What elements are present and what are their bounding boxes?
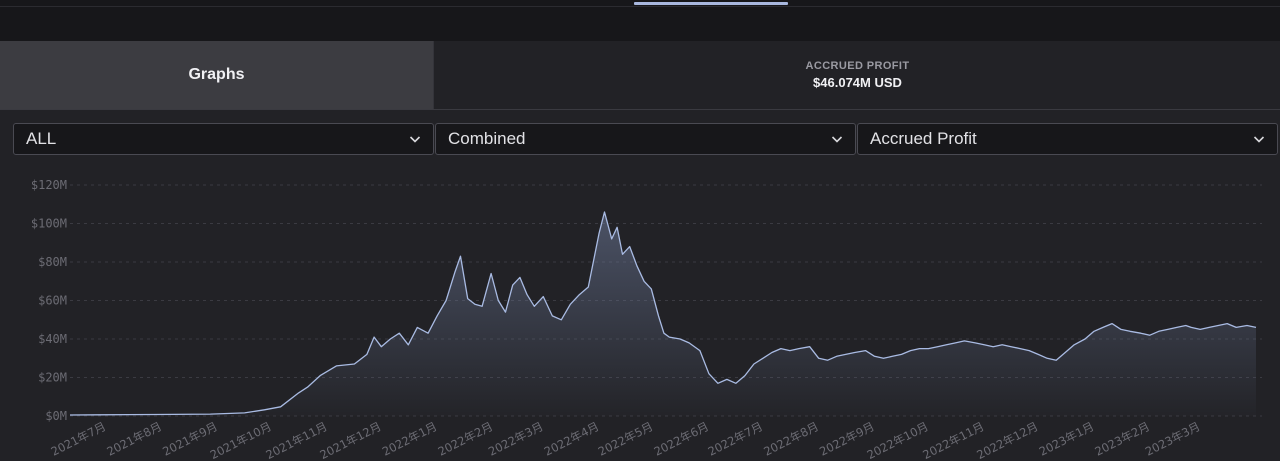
- top-divider: [0, 6, 1280, 7]
- x-tick-label: 2022年10月: [865, 419, 931, 461]
- range-select-value: ALL: [26, 129, 57, 148]
- top-nav-bar: [0, 0, 1280, 41]
- x-tick-label: 2023年3月: [1143, 419, 1202, 459]
- x-tick-label: 2022年7月: [706, 419, 765, 459]
- active-nav-indicator: [634, 2, 788, 5]
- y-axis: $0M $20M $40M $60M $80M $100M $120M: [31, 178, 67, 423]
- x-axis: 2021年7月2021年8月2021年9月2021年10月2021年11月202…: [49, 419, 1203, 461]
- metric-select[interactable]: Accrued Profit: [857, 123, 1278, 155]
- mode-select[interactable]: Combined: [435, 123, 856, 155]
- chevron-down-icon: [1253, 136, 1265, 143]
- tab-accrued-profit[interactable]: ACCRUED PROFIT $46.074M USD: [433, 41, 1280, 109]
- x-tick-label: 2022年5月: [596, 419, 655, 459]
- accrued-profit-chart: $0M$20M$40M$60M$80M$100M$120M 2021年7月202…: [31, 178, 1262, 461]
- metric-select-value: Accrued Profit: [870, 129, 977, 148]
- y-tick-label: $80M: [38, 255, 67, 269]
- tab-graphs[interactable]: Graphs: [0, 41, 433, 109]
- mode-select-value: Combined: [448, 129, 526, 148]
- x-tick-label: 2022年2月: [436, 419, 495, 459]
- x-tick-label: 2022年6月: [652, 419, 711, 459]
- y-tick-label: $100M: [31, 217, 67, 231]
- x-tick-label: 2023年2月: [1093, 419, 1152, 459]
- accrued-profit-label: ACCRUED PROFIT: [805, 60, 910, 72]
- x-tick-label: 2021年10月: [208, 419, 274, 461]
- y-tick-label: $20M: [38, 371, 67, 385]
- accrued-profit-value: $46.074M USD: [813, 75, 902, 90]
- tab-bar: Graphs ACCRUED PROFIT $46.074M USD: [0, 41, 1280, 110]
- x-tick-label: 2022年4月: [542, 419, 601, 459]
- x-tick-label: 2022年1月: [380, 419, 439, 459]
- x-tick-label: 2021年7月: [49, 419, 108, 459]
- y-tick-label: $0M: [45, 409, 67, 423]
- x-tick-label: 2022年8月: [761, 419, 820, 459]
- y-tick-label: $120M: [31, 178, 67, 192]
- x-tick-label: 2022年12月: [974, 419, 1040, 461]
- x-tick-label: 2022年3月: [486, 419, 545, 459]
- x-tick-label: 2021年12月: [318, 419, 384, 461]
- chevron-down-icon: [831, 136, 843, 143]
- profit-area: [70, 212, 1256, 416]
- y-tick-label: $60M: [38, 294, 67, 308]
- filter-bar: ALL Combined Accrued Profit: [13, 123, 1278, 157]
- x-tick-label: 2021年8月: [104, 419, 163, 459]
- y-tick-label: $40M: [38, 332, 67, 346]
- x-tick-label: 2023年1月: [1037, 419, 1096, 459]
- range-select[interactable]: ALL: [13, 123, 434, 155]
- chevron-down-icon: [409, 136, 421, 143]
